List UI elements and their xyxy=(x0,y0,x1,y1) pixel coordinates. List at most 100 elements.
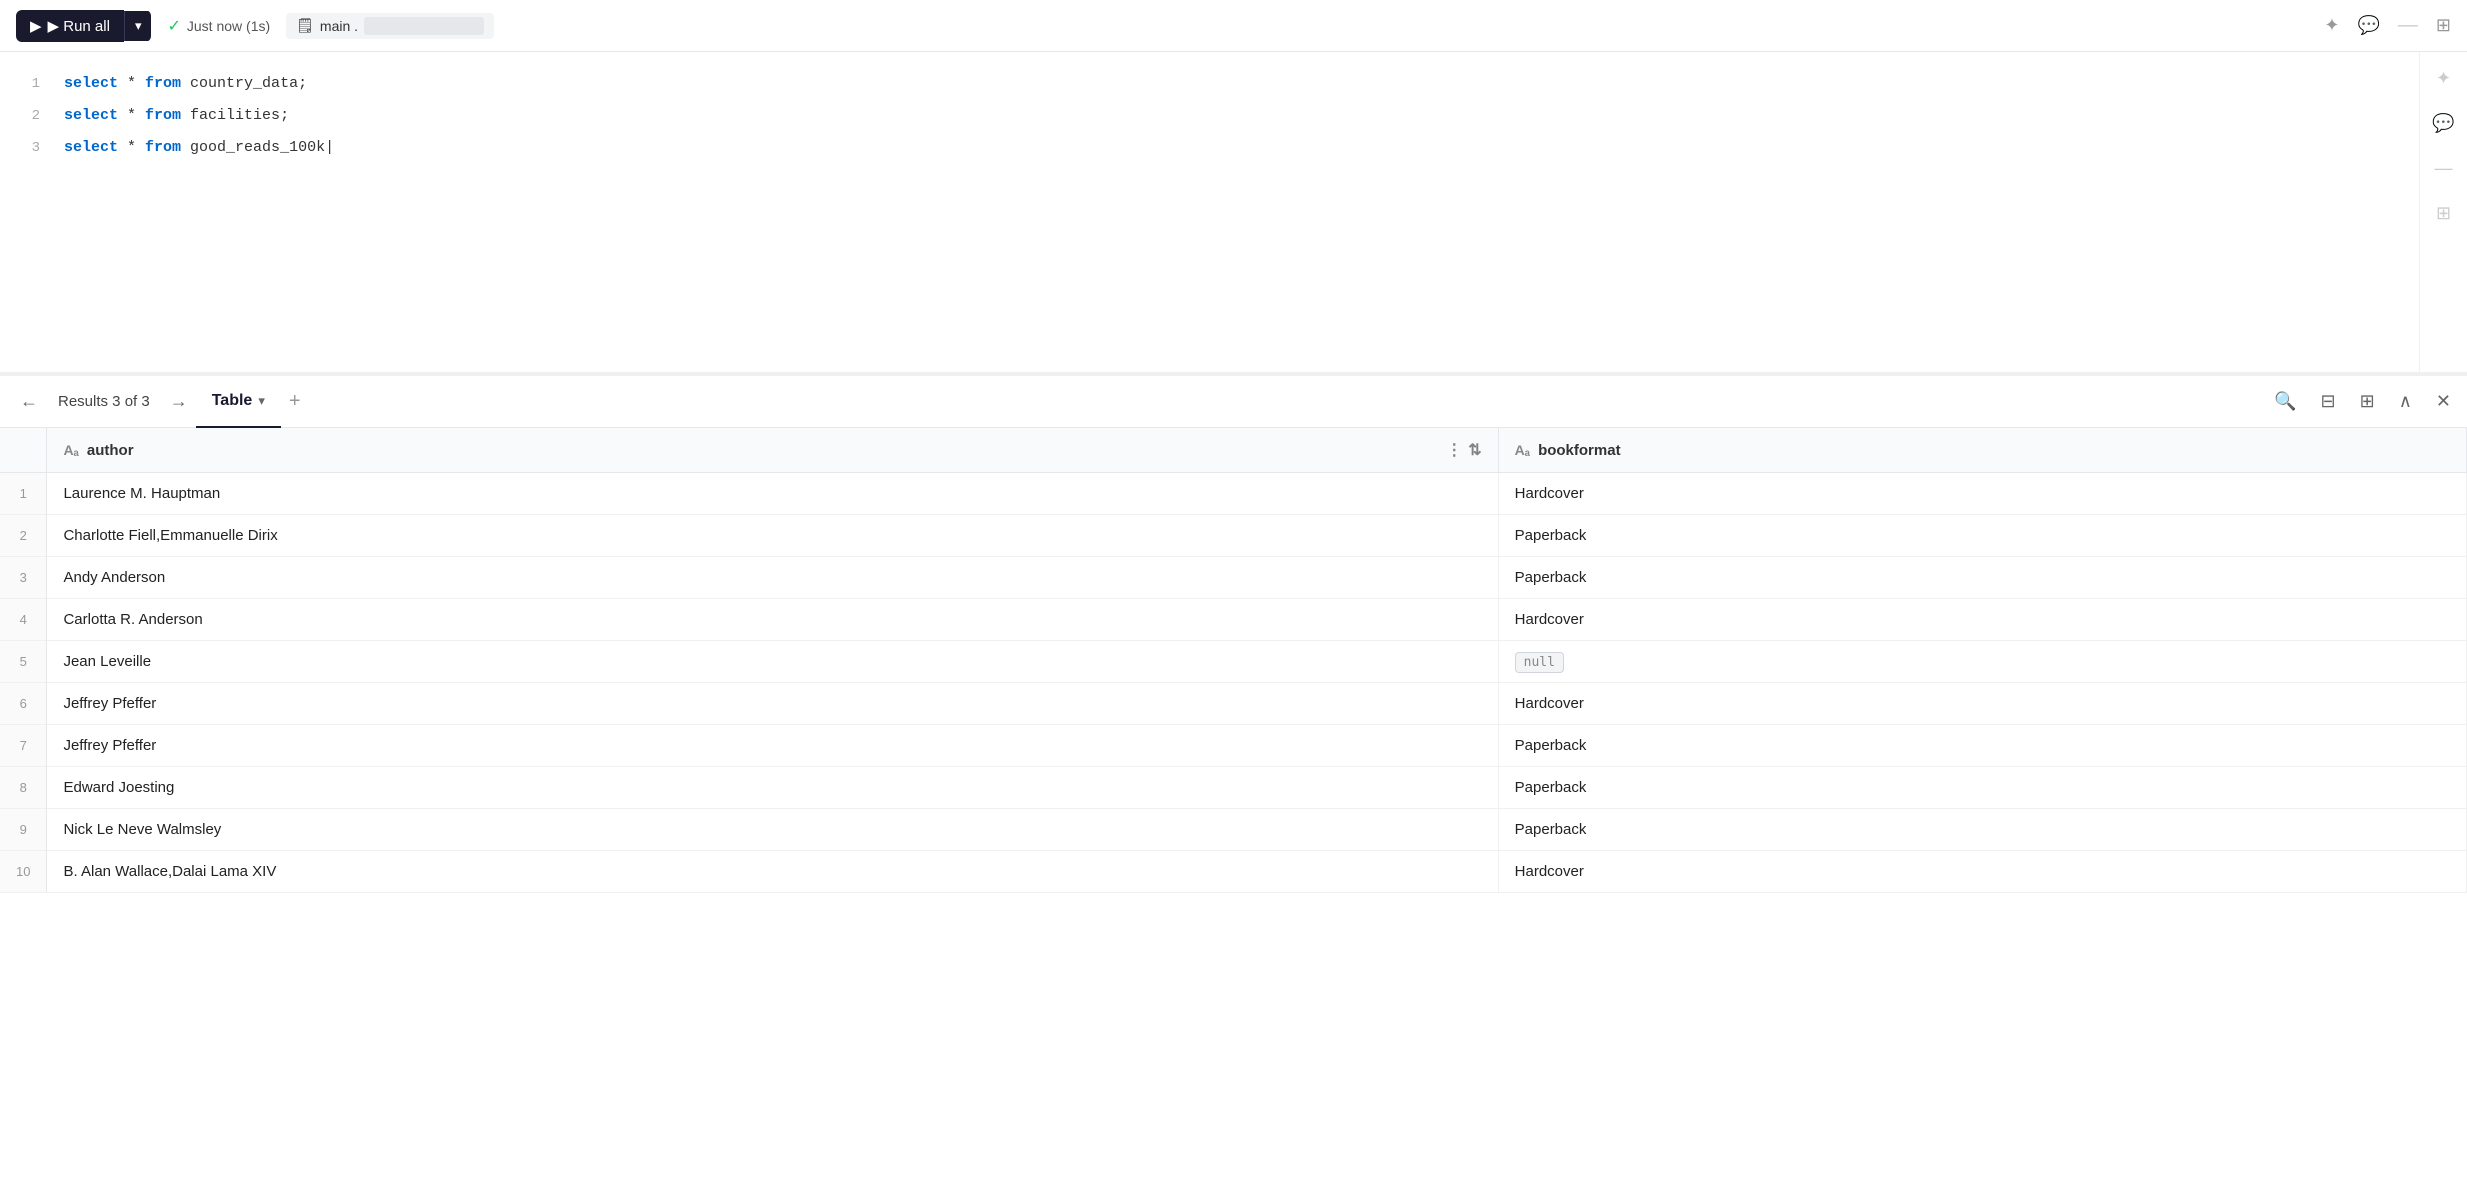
bookformat-cell: Hardcover xyxy=(1498,851,2466,893)
minus-icon: — xyxy=(2398,14,2418,37)
results-table: Aₐ author ⋮ ⇅ Aₐ xyxy=(0,428,2467,893)
code-editor[interactable]: 1 select * from country_data;2select * fr… xyxy=(0,68,2467,164)
main-layout: 1select * from country_data;2select * fr… xyxy=(0,52,2467,1193)
author-col-label: author xyxy=(87,442,134,459)
author-sort-icon[interactable]: ⇅ xyxy=(1468,440,1481,460)
results-table-container[interactable]: Aₐ author ⋮ ⇅ Aₐ xyxy=(0,428,2467,1193)
editor-grid2-icon[interactable]: ⊞ xyxy=(2436,203,2451,224)
table-row[interactable]: 8Edward JoestingPaperback xyxy=(0,767,2467,809)
author-cell: B. Alan Wallace,Dalai Lama XIV xyxy=(47,851,1498,893)
layout-results-button[interactable]: ⊞ xyxy=(2356,387,2379,416)
sparkle-icon[interactable]: ✦ xyxy=(2324,15,2339,36)
line-number: 3 xyxy=(20,132,40,164)
editor-area[interactable]: 1 select * from country_data;2select * fr… xyxy=(0,52,2467,372)
editor-minus-icon: — xyxy=(2435,158,2453,179)
row-number: 4 xyxy=(0,599,47,641)
row-number: 8 xyxy=(0,767,47,809)
author-cell: Jeffrey Pfeffer xyxy=(47,683,1498,725)
chat-icon[interactable]: 💬 xyxy=(2357,15,2379,36)
results-area: ← Results 3 of 3 → Table ▾ + 🔍 ⊟ ⊞ ∧ ✕ xyxy=(0,376,2467,1193)
null-badge: null xyxy=(1515,652,1564,673)
code-line[interactable]: 3 select * from good_reads_100k xyxy=(20,132,2447,164)
table-row[interactable]: 4Carlotta R. AndersonHardcover xyxy=(0,599,2467,641)
status-indicator: ✓ Just now (1s) xyxy=(167,16,270,36)
table-row[interactable]: 9Nick Le Neve WalmsleyPaperback xyxy=(0,809,2467,851)
row-number: 9 xyxy=(0,809,47,851)
table-row[interactable]: 2Charlotte Fiell,Emmanuelle DirixPaperba… xyxy=(0,515,2467,557)
row-number: 3 xyxy=(0,557,47,599)
line-code: select * from country_data; xyxy=(64,68,307,100)
table-tab[interactable]: Table ▾ xyxy=(196,376,281,428)
results-label: Results 3 of 3 xyxy=(46,393,162,410)
row-num-header xyxy=(0,428,47,473)
run-all-label: ▶ Run all xyxy=(48,17,110,35)
row-number: 10 xyxy=(0,851,47,893)
database-selector[interactable]: 🗒 main . xyxy=(286,13,494,39)
author-cell: Laurence M. Hauptman xyxy=(47,473,1498,515)
bookformat-cell: Paperback xyxy=(1498,725,2466,767)
author-menu-icon[interactable]: ⋮ xyxy=(1446,440,1462,460)
bookformat-type-icon: Aₐ xyxy=(1515,442,1530,458)
check-icon: ✓ xyxy=(167,16,180,36)
table-row[interactable]: 7Jeffrey PfefferPaperback xyxy=(0,725,2467,767)
line-code: select * from good_reads_100k xyxy=(64,132,334,164)
grid-icon[interactable]: ⊞ xyxy=(2436,15,2451,36)
row-number: 7 xyxy=(0,725,47,767)
table-body: 1Laurence M. HauptmanHardcover2Charlotte… xyxy=(0,473,2467,893)
search-results-button[interactable]: 🔍 xyxy=(2270,387,2300,416)
author-cell: Edward Joesting xyxy=(47,767,1498,809)
table-row[interactable]: 6Jeffrey PfefferHardcover xyxy=(0,683,2467,725)
results-next-button[interactable]: → xyxy=(162,387,196,416)
author-cell: Carlotta R. Anderson xyxy=(47,599,1498,641)
db-label: main . xyxy=(320,18,358,34)
author-cell: Jean Leveille xyxy=(47,641,1498,683)
text-cursor xyxy=(325,139,334,156)
filter-results-button[interactable]: ⊟ xyxy=(2317,387,2340,416)
table-row[interactable]: 10B. Alan Wallace,Dalai Lama XIVHardcove… xyxy=(0,851,2467,893)
run-all-dropdown[interactable]: ▾ xyxy=(124,11,152,41)
results-toolbar-right: 🔍 ⊟ ⊞ ∧ ✕ xyxy=(2270,387,2455,416)
bookformat-cell: Paperback xyxy=(1498,767,2466,809)
bookformat-cell: Paperback xyxy=(1498,515,2466,557)
status-text: Just now (1s) xyxy=(187,18,270,34)
bookformat-cell: Paperback xyxy=(1498,809,2466,851)
add-tab-button[interactable]: + xyxy=(281,390,309,413)
author-type-icon: Aₐ xyxy=(63,442,78,458)
table-tab-dropdown[interactable]: ▾ xyxy=(258,393,265,409)
run-icon: ▶ xyxy=(30,17,42,35)
row-number: 1 xyxy=(0,473,47,515)
table-row[interactable]: 1Laurence M. HauptmanHardcover xyxy=(0,473,2467,515)
main-content: 1select * from country_data;2select * fr… xyxy=(0,52,2467,1193)
author-cell: Nick Le Neve Walmsley xyxy=(47,809,1498,851)
author-cell: Jeffrey Pfeffer xyxy=(47,725,1498,767)
bookformat-cell: Paperback xyxy=(1498,557,2466,599)
author-header[interactable]: Aₐ author ⋮ ⇅ xyxy=(47,428,1498,473)
bookformat-cell: Hardcover xyxy=(1498,473,2466,515)
line-number: 1 xyxy=(20,68,40,100)
code-line[interactable]: 1 select * from country_data; xyxy=(20,68,2447,100)
author-cell: Charlotte Fiell,Emmanuelle Dirix xyxy=(47,515,1498,557)
code-line[interactable]: 2select * from facilities; xyxy=(20,100,2447,132)
row-number: 6 xyxy=(0,683,47,725)
bookformat-col-label: bookformat xyxy=(1538,442,1621,459)
table-row[interactable]: 5Jean Leveille null xyxy=(0,641,2467,683)
results-prev-button[interactable]: ← xyxy=(12,387,46,416)
db-icon: 🗒 xyxy=(296,17,314,34)
editor-chat-icon[interactable]: 💬 xyxy=(2432,113,2454,134)
collapse-results-button[interactable]: ∧ xyxy=(2395,387,2416,416)
close-results-button[interactable]: ✕ xyxy=(2432,387,2455,416)
bookformat-header[interactable]: Aₐ bookformat xyxy=(1498,428,2466,473)
results-tabs-bar: ← Results 3 of 3 → Table ▾ + 🔍 ⊟ ⊞ ∧ ✕ xyxy=(0,376,2467,428)
bookformat-cell: null xyxy=(1498,641,2466,683)
table-tab-label: Table xyxy=(212,392,253,410)
run-all-button[interactable]: ▶ ▶ Run all ▾ xyxy=(16,10,151,42)
row-number: 2 xyxy=(0,515,47,557)
toolbar-right-icons: ✦ 💬 — ⊞ xyxy=(2324,14,2451,37)
toolbar: ▶ ▶ Run all ▾ ✓ Just now (1s) 🗒 main . ✦… xyxy=(0,0,2467,52)
author-cell: Andy Anderson xyxy=(47,557,1498,599)
table-row[interactable]: 3Andy AndersonPaperback xyxy=(0,557,2467,599)
row-number: 5 xyxy=(0,641,47,683)
run-all-main[interactable]: ▶ ▶ Run all xyxy=(16,10,124,42)
editor-sparkle-icon[interactable]: ✦ xyxy=(2436,68,2451,89)
bookformat-cell: Hardcover xyxy=(1498,683,2466,725)
